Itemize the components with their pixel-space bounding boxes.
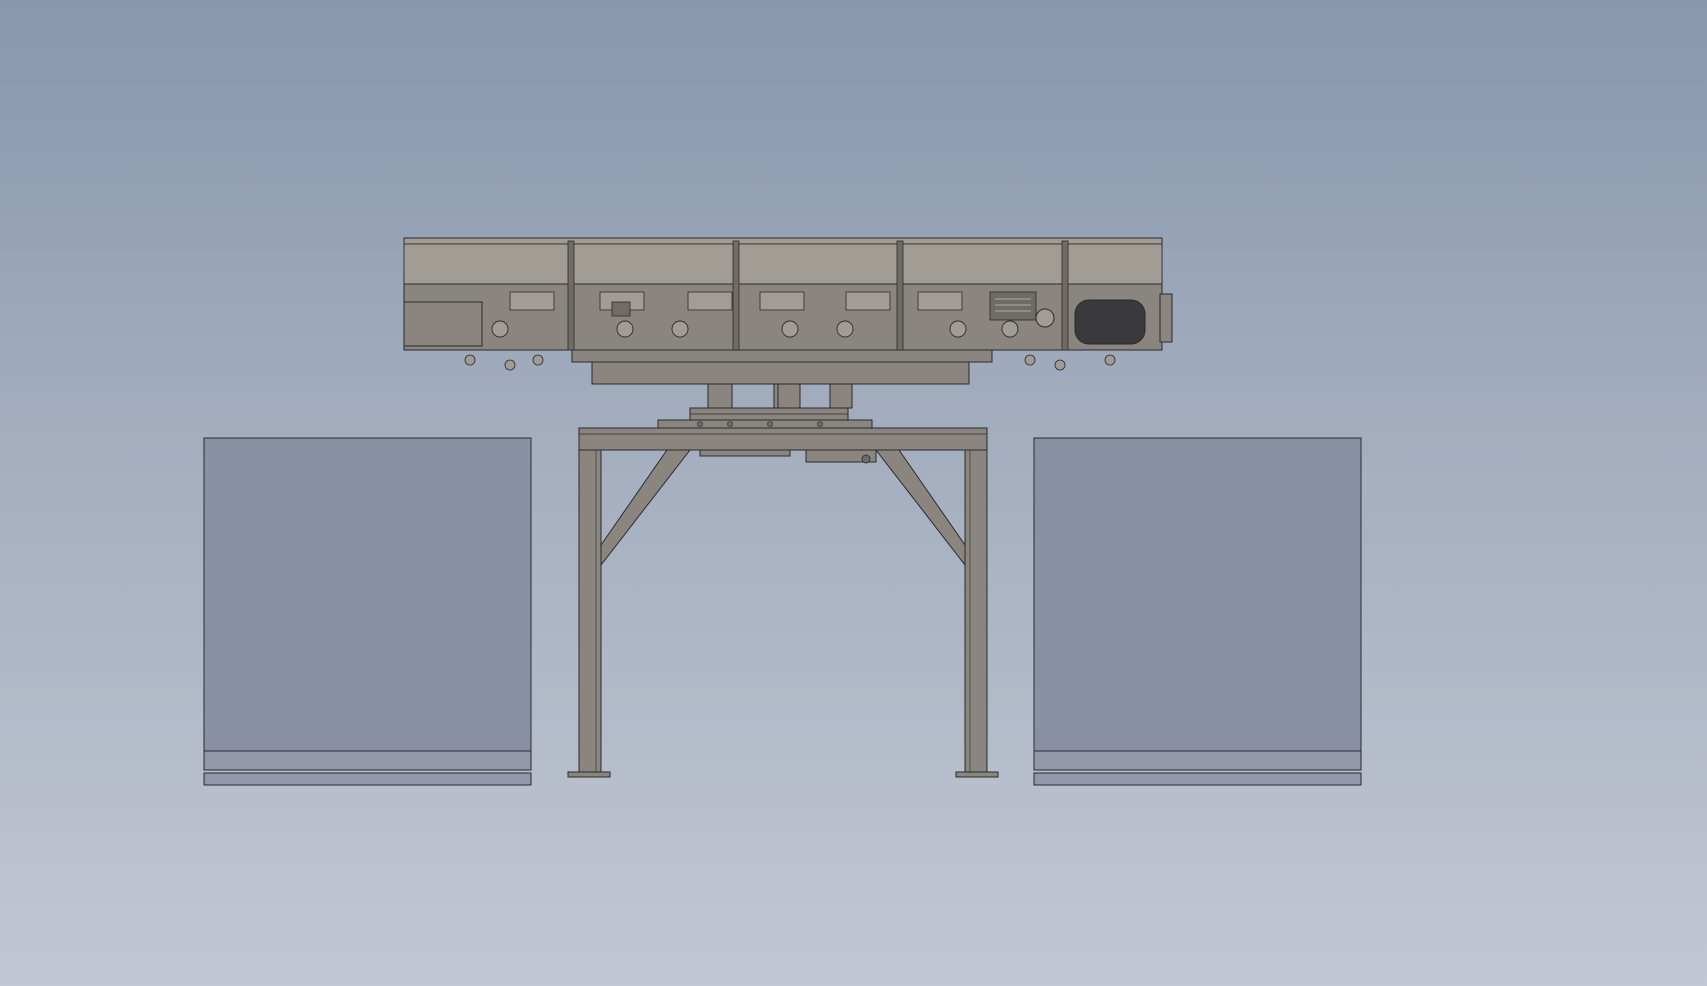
section-joint-4 [1061, 240, 1069, 351]
right-bin-foot [1033, 772, 1362, 786]
stand-left-leg [578, 449, 602, 776]
support-stand[interactable] [567, 427, 999, 778]
spring-mount-1 [464, 354, 476, 366]
stand-fastener [861, 454, 871, 464]
conveyor-lower-rail [571, 349, 993, 363]
right-storage-bin[interactable] [1033, 437, 1362, 786]
stand-top-beam [578, 427, 988, 451]
spring-mount-2 [504, 359, 516, 371]
roller-hub-3 [671, 320, 689, 338]
sensor-box [611, 301, 631, 317]
base-plate [657, 419, 873, 429]
roller-hub-1 [491, 320, 509, 338]
stand-right-brace [874, 449, 966, 567]
right-bin-base-band [1033, 750, 1362, 771]
stand-left-foot [567, 771, 611, 778]
roller-hub-4 [781, 320, 799, 338]
stand-under-plate [699, 449, 791, 457]
roller-hub-2 [616, 320, 634, 338]
discharge-roller [1074, 299, 1146, 345]
right-bin-body [1033, 437, 1362, 752]
roller-hub-6 [949, 320, 967, 338]
inspection-port-5 [845, 291, 891, 311]
roller-hub-5 [836, 320, 854, 338]
stand-right-leg [964, 449, 988, 776]
section-joint-3 [896, 240, 904, 351]
conveyor-flare [403, 243, 1163, 285]
cad-viewport[interactable] [0, 0, 1707, 986]
spring-mount-6 [1104, 354, 1116, 366]
drive-flange [1035, 308, 1055, 328]
section-joint-2 [732, 240, 740, 351]
conveyor-lower-tray [591, 361, 970, 385]
drive-base[interactable] [657, 383, 873, 429]
left-bin-base-band [203, 750, 532, 771]
base-bolt-3 [767, 421, 773, 427]
base-support-block-1 [777, 383, 801, 409]
section-joint-1 [567, 240, 575, 351]
base-support-post-1 [707, 383, 733, 409]
base-bolt-4 [817, 421, 823, 427]
inspection-port-1 [509, 291, 555, 311]
left-storage-bin[interactable] [203, 437, 532, 786]
conveyor-top-lip [403, 237, 1163, 245]
roller-hub-7 [1001, 320, 1019, 338]
inspection-port-4 [759, 291, 805, 311]
spring-mount-5 [1054, 359, 1066, 371]
spring-mount-3 [532, 354, 544, 366]
left-bin-body [203, 437, 532, 752]
left-bin-foot [203, 772, 532, 786]
inspection-port-3 [687, 291, 733, 311]
feed-end-housing [403, 301, 483, 347]
discharge-end-plate [1159, 293, 1173, 343]
inspection-port-6 [917, 291, 963, 311]
stand-right-foot [955, 771, 999, 778]
cad-scene [203, 237, 1362, 786]
spring-mount-4 [1024, 354, 1036, 366]
stand-left-brace [600, 449, 692, 567]
nameplate [989, 291, 1037, 321]
base-bolt-1 [697, 421, 703, 427]
vibratory-conveyor[interactable] [403, 237, 1173, 385]
base-support-block-2 [829, 383, 853, 409]
base-bolt-2 [727, 421, 733, 427]
